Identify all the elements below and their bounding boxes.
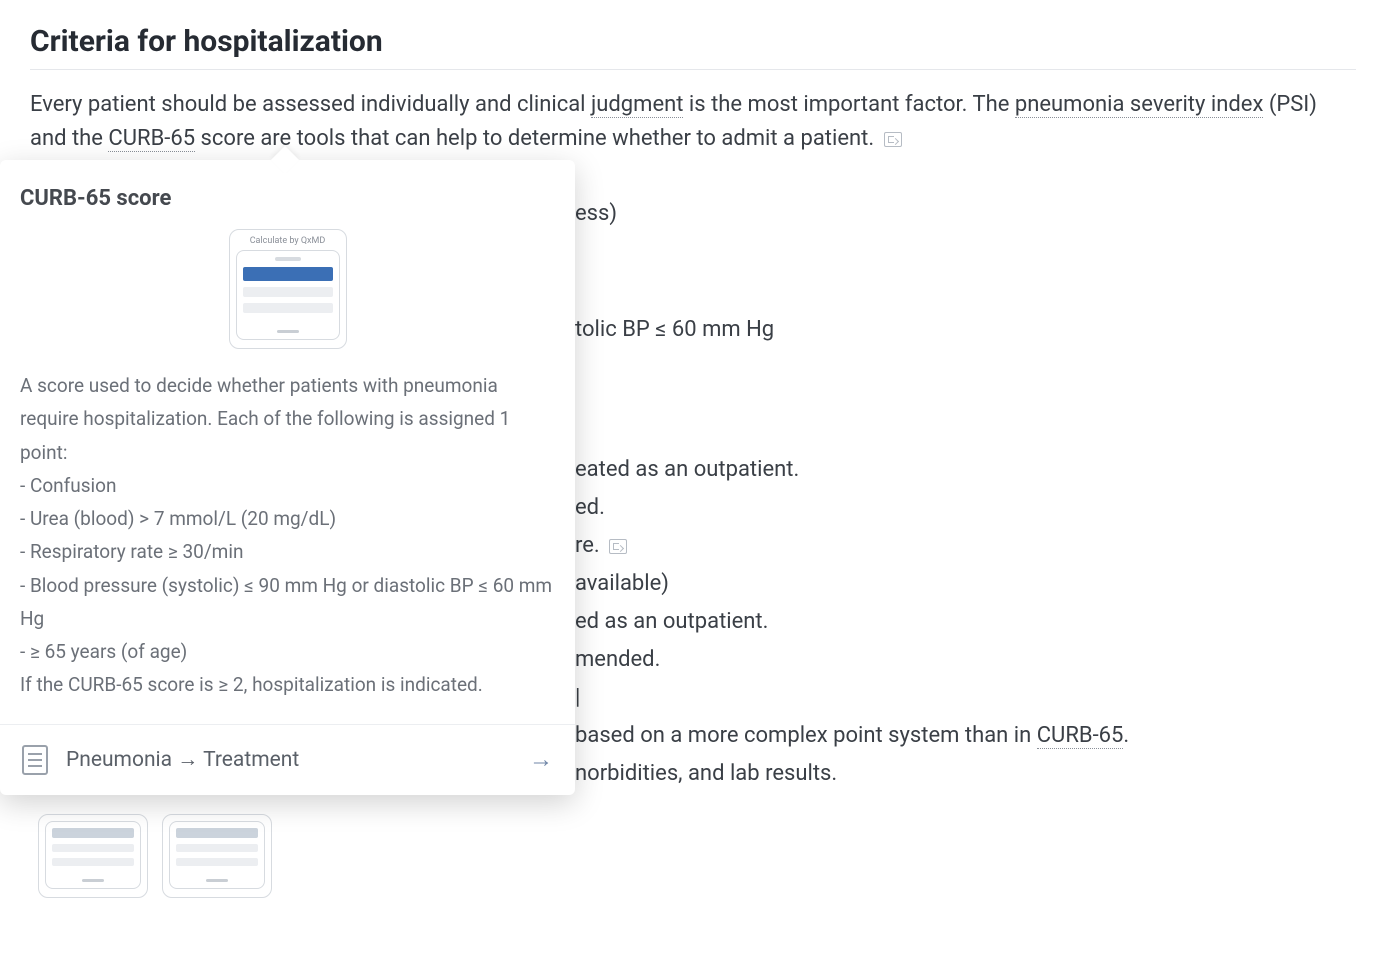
reference-icon[interactable] <box>884 132 902 147</box>
section-rule <box>30 69 1356 70</box>
bg-line: tolic BP ≤ 60 mm Hg <box>575 311 1129 349</box>
intro-text: Every patient should be assessed individ… <box>30 92 591 117</box>
calculator-thumbnail[interactable]: Calculate by QxMD <box>229 229 347 349</box>
term-pneumonia-severity-index[interactable]: pneumonia severity index <box>1015 92 1263 118</box>
intro-text: score are tools that can help to determi… <box>195 126 880 151</box>
background-article-fragments: ess) tolic BP ≤ 60 mm Hg eated as an out… <box>575 195 1129 793</box>
bg-line: available) <box>575 565 1129 603</box>
phone-mock-icon <box>169 821 265 889</box>
intro-paragraph: Every patient should be assessed individ… <box>30 88 1356 156</box>
calculator-thumbnail[interactable] <box>38 814 148 898</box>
term-curb-65[interactable]: CURB-65 <box>1037 723 1124 749</box>
phone-mock-icon <box>236 250 340 340</box>
bg-line: based on a more complex point system tha… <box>575 717 1129 755</box>
term-judgment[interactable]: judgment <box>591 92 683 118</box>
definition-popover: CURB-65 score Calculate by QxMD A score … <box>0 160 575 795</box>
reference-icon[interactable] <box>609 539 627 554</box>
popover-link[interactable]: Pneumonia → Treatment → <box>0 724 575 795</box>
popover-link-label: Pneumonia → Treatment <box>66 748 511 772</box>
criteria-item: - Respiratory rate ≥ 30/min <box>20 535 555 568</box>
criteria-item: - Urea (blood) > 7 mmol/L (20 mg/dL) <box>20 502 555 535</box>
popover-intro: A score used to decide whether patients … <box>20 369 555 469</box>
calculator-thumbnail[interactable] <box>162 814 272 898</box>
term-curb-65[interactable]: CURB-65 <box>108 126 195 152</box>
bg-line: mended. <box>575 641 1129 679</box>
section-title: Criteria for hospitalization <box>30 24 1356 59</box>
criteria-item: - ≥ 65 years (of age) <box>20 635 555 668</box>
document-icon <box>22 745 48 775</box>
popover-description: A score used to decide whether patients … <box>20 369 555 702</box>
calculator-caption: Calculate by QxMD <box>236 236 340 246</box>
phone-mock-icon <box>45 821 141 889</box>
intro-text: is the most important factor. The <box>683 92 1014 117</box>
thumbnail-row <box>38 814 272 898</box>
criteria-item: - Confusion <box>20 469 555 502</box>
bg-line: ess) <box>575 195 1129 233</box>
bg-line: re. <box>575 527 1129 565</box>
arrow-right-icon: → <box>529 745 553 774</box>
bg-line: norbidities, and lab results. <box>575 755 1129 793</box>
popover-title: CURB-65 score <box>20 186 555 211</box>
bg-line: eated as an outpatient. <box>575 451 1129 489</box>
bg-line: ed. <box>575 489 1129 527</box>
criteria-item: - Blood pressure (systolic) ≤ 90 mm Hg o… <box>20 569 555 636</box>
bg-line: ed as an outpatient. <box>575 603 1129 641</box>
popover-outro: If the CURB-65 score is ≥ 2, hospitaliza… <box>20 668 555 701</box>
bg-line: | <box>575 679 1129 717</box>
